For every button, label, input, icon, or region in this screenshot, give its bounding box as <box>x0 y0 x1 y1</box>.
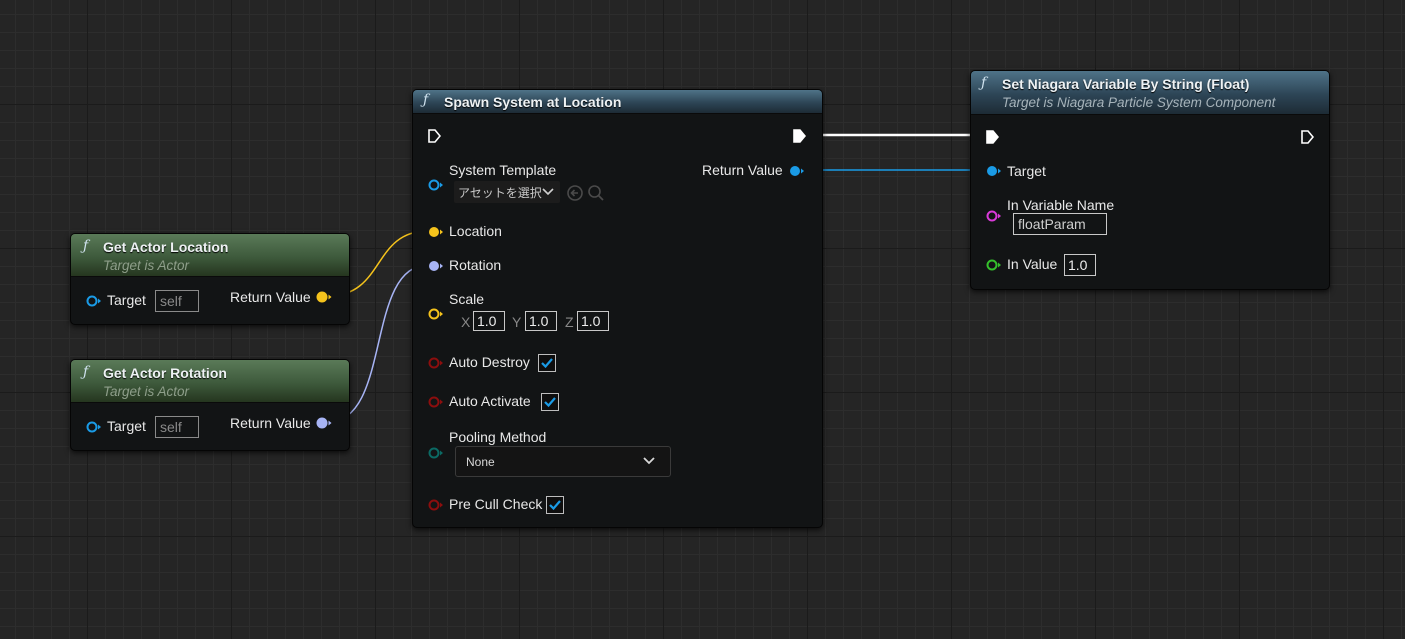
return-value-pin[interactable] <box>316 291 334 303</box>
pooling-method-value: None <box>466 455 495 469</box>
return-value-pin[interactable] <box>789 165 807 177</box>
target-label: Target <box>107 292 146 308</box>
in-value-field[interactable]: 1.0 <box>1064 254 1096 276</box>
rotation-label: Rotation <box>449 257 502 273</box>
system-template-label: System Template <box>449 162 557 178</box>
chevron-down-icon <box>643 457 655 465</box>
auto-activate-label: Auto Activate <box>449 393 531 409</box>
return-value-label: Return Value <box>230 289 311 305</box>
function-icon: ƒ <box>83 364 89 380</box>
node-subtitle: Target is Niagara Particle System Compon… <box>1002 95 1276 110</box>
target-pin[interactable] <box>86 295 101 307</box>
exec-in-pin[interactable] <box>427 128 441 144</box>
node-header: ƒ Get Actor Location Target is Actor <box>71 234 349 277</box>
pooling-method-pin[interactable] <box>428 447 443 459</box>
target-self-field[interactable]: self <box>155 416 199 438</box>
in-variable-name-field[interactable]: floatParam <box>1013 213 1107 235</box>
get-actor-location-node[interactable]: ƒ Get Actor Location Target is Actor Tar… <box>70 233 350 325</box>
browse-asset-search-icon[interactable] <box>587 184 605 202</box>
node-title: Spawn System at Location <box>444 94 622 110</box>
scale-x-field[interactable]: 1.0 <box>473 311 505 331</box>
auto-destroy-pin[interactable] <box>428 357 443 369</box>
return-value-pin[interactable] <box>316 417 334 429</box>
return-value-label: Return Value <box>702 162 783 178</box>
exec-in-pin[interactable] <box>985 129 999 145</box>
checkmark-icon <box>541 358 553 369</box>
node-header: ƒ Get Actor Rotation Target is Actor <box>71 360 349 403</box>
use-selected-asset-icon[interactable] <box>566 184 584 202</box>
return-value-label: Return Value <box>230 415 311 431</box>
set-niagara-variable-node[interactable]: ƒ Set Niagara Variable By String (Float)… <box>970 70 1330 290</box>
in-value-label: In Value <box>1007 256 1058 272</box>
pre-cull-check-label: Pre Cull Check <box>449 496 543 512</box>
function-icon: ƒ <box>981 75 987 91</box>
target-pin[interactable] <box>86 421 101 433</box>
node-header: ƒ Set Niagara Variable By String (Float)… <box>971 71 1329 115</box>
pooling-method-dropdown[interactable]: None <box>455 446 671 477</box>
node-title: Get Actor Rotation <box>103 365 227 381</box>
node-title: Get Actor Location <box>103 239 229 255</box>
scale-y-axis-label: Y <box>512 314 522 330</box>
node-subtitle: Target is Actor <box>103 258 190 273</box>
pre-cull-check-checkbox[interactable] <box>546 496 564 514</box>
asset-picker-dropdown[interactable]: アセットを選択 <box>454 181 560 203</box>
auto-activate-checkbox[interactable] <box>541 393 559 411</box>
get-actor-rotation-node[interactable]: ƒ Get Actor Rotation Target is Actor Tar… <box>70 359 350 451</box>
exec-out-pin[interactable] <box>1300 129 1314 145</box>
in-value-pin[interactable] <box>986 259 1001 271</box>
node-header: ƒ Spawn System at Location <box>413 90 822 114</box>
checkmark-icon <box>544 397 556 408</box>
location-label: Location <box>449 223 502 239</box>
in-variable-name-label: In Variable Name <box>1007 197 1115 213</box>
pre-cull-check-pin[interactable] <box>428 499 443 511</box>
function-icon: ƒ <box>423 92 429 108</box>
target-self-field[interactable]: self <box>155 290 199 312</box>
checkmark-icon <box>549 500 561 511</box>
in-variable-name-pin[interactable] <box>986 210 1001 222</box>
auto-activate-pin[interactable] <box>428 396 443 408</box>
scale-z-field[interactable]: 1.0 <box>577 311 609 331</box>
scale-label: Scale <box>449 291 485 307</box>
function-icon: ƒ <box>83 238 89 254</box>
pooling-method-label: Pooling Method <box>449 429 547 445</box>
auto-destroy-checkbox[interactable] <box>538 354 556 372</box>
exec-out-pin[interactable] <box>792 128 806 144</box>
node-title: Set Niagara Variable By String (Float) <box>1002 76 1250 92</box>
scale-y-field[interactable]: 1.0 <box>525 311 557 331</box>
system-template-pin[interactable] <box>428 179 443 191</box>
target-pin[interactable] <box>986 165 1001 177</box>
location-pin[interactable] <box>428 226 443 238</box>
scale-x-axis-label: X <box>461 314 471 330</box>
spawn-system-at-location-node[interactable]: ƒ Spawn System at Location System Templa… <box>412 89 823 528</box>
scale-pin[interactable] <box>428 308 443 320</box>
target-label: Target <box>107 418 146 434</box>
auto-destroy-label: Auto Destroy <box>449 354 530 370</box>
target-label: Target <box>1007 163 1046 179</box>
blueprint-graph-canvas[interactable]: ƒ Spawn System at Location System Templa… <box>0 0 1405 639</box>
chevron-down-icon <box>542 188 554 196</box>
node-subtitle: Target is Actor <box>103 384 190 399</box>
rotation-pin[interactable] <box>428 260 443 272</box>
asset-picker-value: アセットを選択 <box>458 186 542 200</box>
scale-z-axis-label: Z <box>565 314 574 330</box>
